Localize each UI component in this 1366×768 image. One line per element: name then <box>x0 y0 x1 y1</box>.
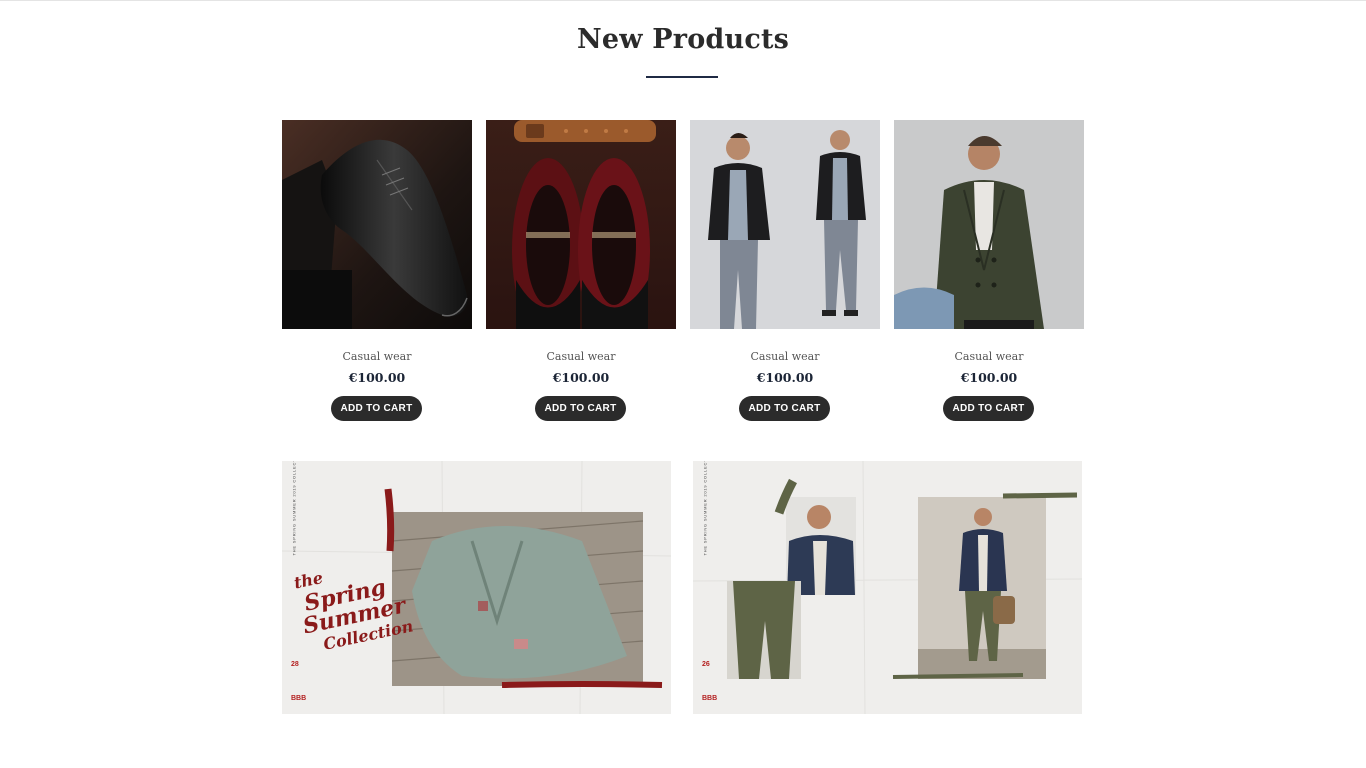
product-price: €100.00 <box>960 370 1018 385</box>
add-to-cart-button[interactable]: ADD TO CART <box>943 396 1034 421</box>
brand-logo: BBB <box>702 695 718 702</box>
product-name[interactable]: Casual wear <box>690 350 880 363</box>
banner-page-number: 26 <box>702 661 710 668</box>
top-divider <box>0 0 1366 1</box>
product-image-black-jacket-man[interactable] <box>690 120 880 329</box>
section-title: New Products <box>576 24 790 55</box>
product-name[interactable]: Casual wear <box>486 350 676 363</box>
product-card[interactable]: Casual wear €100.00 ADD TO CART <box>894 120 1084 425</box>
collection-banner-right[interactable]: THE SPRING SUMMER 2019 COLLECTION 26 BBB <box>693 461 1082 714</box>
add-to-cart-button[interactable]: ADD TO CART <box>331 396 422 421</box>
add-to-cart-button[interactable]: ADD TO CART <box>739 396 830 421</box>
banner-vertical-caption: THE SPRING SUMMER 2019 COLLECTION <box>291 461 297 556</box>
banner-page-number: 28 <box>291 661 299 668</box>
brand-logo: BBB <box>291 695 307 702</box>
product-card[interactable]: Casual wear €100.00 ADD TO CART <box>486 120 676 425</box>
collection-banner-left[interactable]: THE SPRING SUMMER 2019 COLLECTION the Sp… <box>282 461 671 714</box>
product-price: €100.00 <box>348 370 406 385</box>
product-card[interactable]: Casual wear €100.00 ADD TO CART <box>282 120 472 425</box>
product-card[interactable]: Casual wear €100.00 ADD TO CART <box>690 120 880 425</box>
product-image-burgundy-shoes[interactable] <box>486 120 676 329</box>
product-name[interactable]: Casual wear <box>282 350 472 363</box>
product-image-olive-coat-man[interactable] <box>894 120 1084 329</box>
product-price: €100.00 <box>756 370 814 385</box>
add-to-cart-button[interactable]: ADD TO CART <box>535 396 626 421</box>
product-name[interactable]: Casual wear <box>894 350 1084 363</box>
product-price: €100.00 <box>552 370 610 385</box>
product-image-black-leather-shoe[interactable] <box>282 120 472 329</box>
banner-vertical-caption: THE SPRING SUMMER 2019 COLLECTION <box>702 461 708 556</box>
title-underline <box>646 76 718 78</box>
